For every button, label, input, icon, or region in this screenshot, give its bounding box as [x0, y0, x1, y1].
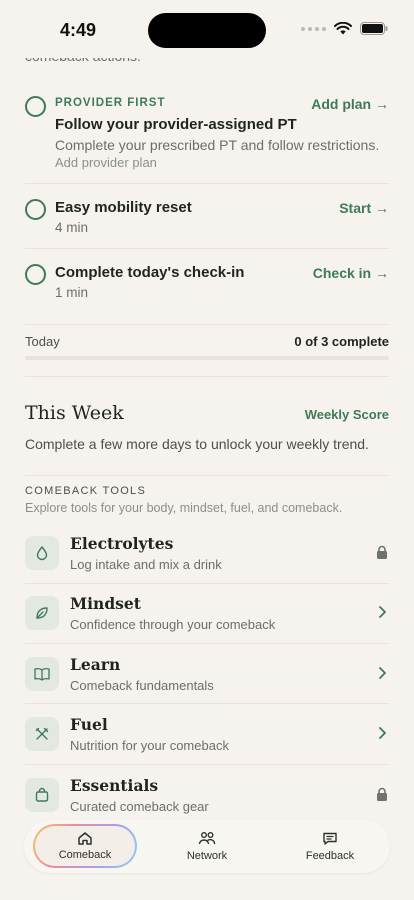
dynamic-island — [148, 13, 266, 48]
tool-description: Nutrition for your comeback — [70, 738, 229, 753]
tool-learn[interactable]: Learn Comeback fundamentals — [25, 655, 389, 713]
tool-description: Curated comeback gear — [70, 799, 209, 814]
task-description: Complete your prescribed PT and follow r… — [55, 137, 380, 153]
tab-feedback[interactable]: Feedback — [290, 820, 370, 873]
divider — [25, 324, 389, 325]
task-duration: 1 min — [55, 285, 89, 300]
tool-description: Comeback fundamentals — [70, 678, 214, 693]
progress-count: 0 of 3 complete — [294, 334, 389, 349]
tab-label: Network — [186, 850, 228, 862]
tab-comeback[interactable]: Comeback — [33, 824, 137, 868]
check-in-button[interactable]: Check in → — [313, 265, 389, 281]
task-checkbox[interactable] — [25, 96, 46, 117]
bag-icon — [25, 778, 59, 812]
chevron-right-icon — [375, 725, 389, 741]
tab-label: Comeback — [58, 849, 112, 861]
tools-subtitle: Explore tools for your body, mindset, fu… — [25, 501, 343, 515]
tools-kicker: COMEBACK TOOLS — [25, 485, 147, 497]
tool-name: Learn — [70, 655, 121, 674]
task-checkbox[interactable] — [25, 264, 46, 285]
wifi-icon — [334, 22, 352, 35]
message-icon — [323, 832, 337, 845]
task-kicker: PROVIDER FIRST — [55, 97, 166, 109]
add-provider-plan-link[interactable]: Add provider plan — [55, 155, 157, 170]
start-button[interactable]: Start → — [339, 200, 389, 216]
tool-description: Confidence through your comeback — [70, 617, 276, 632]
divider — [25, 643, 389, 644]
tab-label: Feedback — [305, 850, 355, 862]
tool-name: Fuel — [70, 715, 108, 734]
task-check-in[interactable]: Complete today's check-in 1 min Check in… — [25, 264, 389, 304]
tab-bar: Comeback Network Feedback — [24, 820, 390, 873]
this-week-description: Complete a few more days to unlock your … — [25, 436, 369, 452]
divider — [25, 703, 389, 704]
tool-name: Essentials — [70, 776, 159, 795]
chevron-right-icon — [375, 665, 389, 681]
status-bar: 4:49 — [0, 0, 414, 58]
weekly-score-link[interactable]: Weekly Score — [305, 407, 389, 422]
task-title: Follow your provider-assigned PT — [55, 116, 297, 133]
droplet-icon — [25, 536, 59, 570]
people-icon — [198, 832, 216, 845]
progress-bar — [25, 356, 389, 360]
daily-progress: Today 0 of 3 complete — [25, 334, 389, 354]
tool-description: Log intake and mix a drink — [70, 557, 222, 572]
tool-name: Mindset — [70, 594, 141, 613]
divider — [25, 583, 389, 584]
this-week-title: This Week — [25, 402, 124, 424]
task-title: Complete today's check-in — [55, 264, 245, 281]
progress-label: Today — [25, 334, 60, 349]
lock-icon — [375, 786, 389, 802]
divider — [25, 475, 389, 476]
tool-name: Electrolytes — [70, 534, 174, 553]
add-plan-button[interactable]: Add plan → — [311, 96, 389, 112]
task-provider-pt[interactable]: PROVIDER FIRST Follow your provider-assi… — [25, 96, 389, 176]
task-mobility-reset[interactable]: Easy mobility reset 4 min Start → — [25, 199, 389, 239]
signal-dots-icon — [301, 26, 326, 31]
home-icon — [78, 832, 92, 845]
status-icons — [301, 22, 388, 35]
divider — [25, 764, 389, 765]
divider — [25, 248, 389, 249]
lock-icon — [375, 544, 389, 560]
divider — [25, 376, 389, 377]
chevron-right-icon — [375, 604, 389, 620]
task-checkbox[interactable] — [25, 199, 46, 220]
tab-network[interactable]: Network — [167, 820, 247, 873]
book-icon — [25, 657, 59, 691]
status-time: 4:49 — [60, 20, 97, 40]
task-duration: 4 min — [55, 220, 89, 235]
leaf-icon — [25, 596, 59, 630]
battery-icon — [360, 22, 388, 35]
utensils-icon — [25, 717, 59, 751]
task-title: Easy mobility reset — [55, 199, 192, 216]
divider — [25, 183, 389, 184]
